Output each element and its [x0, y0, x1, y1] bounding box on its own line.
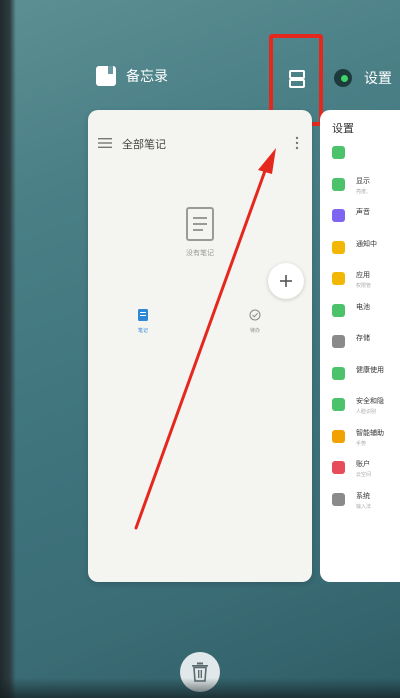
- settings-item[interactable]: 账户 云空间: [320, 455, 400, 485]
- settings-app-card[interactable]: 设置 显示亮度、声音通知中应用权限管电池存储健康使用安全和隐人脸识别智能辅助手势…: [320, 110, 400, 582]
- tab-todo[interactable]: 待办: [244, 306, 266, 334]
- settings-item[interactable]: 安全和隐 人脸识别: [320, 392, 400, 422]
- phone-bezel: [0, 0, 16, 698]
- settings-item-title: 系统: [356, 491, 370, 500]
- settings-item-title: 健康使用: [356, 365, 384, 374]
- settings-app-icon: [334, 69, 352, 87]
- settings-item-subtitle: 人脸识别: [356, 409, 377, 415]
- settings-item-subtitle: 亮度、: [356, 188, 372, 195]
- settings-item-icon: [332, 177, 345, 191]
- empty-note-icon: [186, 207, 214, 241]
- memo-app-icon: [96, 66, 116, 86]
- settings-item-title: 智能辅助: [356, 428, 384, 437]
- plus-icon: [280, 275, 292, 287]
- settings-item-subtitle: 输入法: [356, 503, 372, 510]
- settings-item-subtitle: 权限管: [356, 283, 372, 289]
- settings-item-title: 安全和隐: [356, 397, 384, 405]
- settings-app-title: 设置: [364, 71, 392, 87]
- settings-item[interactable]: 显示 亮度、: [320, 172, 400, 202]
- settings-item-icon: [332, 429, 345, 443]
- settings-item-title: 应用: [356, 271, 370, 279]
- memo-app-card[interactable]: 全部笔记 没有笔记 笔记 待办: [88, 110, 312, 582]
- settings-item-subtitle: 手势: [356, 440, 367, 447]
- settings-item-subtitle: 云空间: [356, 472, 372, 478]
- settings-item[interactable]: [320, 140, 400, 170]
- settings-app-header[interactable]: 设置: [334, 68, 392, 88]
- settings-item-title: 通知中: [356, 239, 377, 248]
- settings-item-icon: [332, 492, 345, 506]
- settings-item[interactable]: 存储: [320, 329, 400, 359]
- add-note-button[interactable]: [268, 263, 304, 299]
- settings-item[interactable]: 健康使用: [320, 361, 400, 391]
- phone-bezel-bottom: [0, 678, 400, 698]
- note-tab-icon: [138, 309, 148, 321]
- tab-notes-label: 笔记: [137, 328, 148, 334]
- settings-item[interactable]: 应用 权限管: [320, 266, 400, 296]
- settings-item-icon: [332, 398, 345, 411]
- settings-item-icon: [332, 303, 345, 317]
- settings-item[interactable]: 通知中: [320, 235, 400, 265]
- settings-item-title: 电池: [356, 302, 370, 311]
- settings-item[interactable]: 智能辅助 手势: [320, 424, 400, 454]
- settings-item-title: 账户: [356, 460, 370, 468]
- settings-item[interactable]: 电池: [320, 298, 400, 328]
- empty-note-label: 没有笔记: [186, 249, 214, 257]
- settings-item[interactable]: 系统 输入法: [320, 487, 400, 517]
- settings-card-title: 设置: [332, 122, 354, 135]
- memo-topbar: 全部笔记: [88, 110, 312, 160]
- settings-item-icon: [332, 240, 345, 254]
- settings-item-icon: [332, 366, 345, 380]
- settings-item-icon: [332, 461, 345, 474]
- settings-item-icon: [332, 209, 345, 222]
- menu-icon[interactable]: [98, 138, 112, 148]
- settings-item-icon: [332, 335, 345, 348]
- settings-item-title: 声音: [356, 208, 370, 216]
- settings-item[interactable]: 声音: [320, 203, 400, 233]
- settings-item-title: 存储: [356, 334, 370, 342]
- tab-notes[interactable]: 笔记: [132, 306, 154, 334]
- more-icon[interactable]: [294, 136, 300, 150]
- settings-list: 显示亮度、声音通知中应用权限管电池存储健康使用安全和隐人脸识别智能辅助手势账户云…: [320, 140, 400, 518]
- memo-app-title: 备忘录: [126, 69, 168, 85]
- settings-item-icon: [332, 272, 345, 285]
- settings-item-icon: [332, 146, 345, 159]
- memo-app-header[interactable]: 备忘录: [96, 66, 168, 86]
- tab-todo-label: 待办: [249, 328, 260, 334]
- memo-card-title: 全部笔记: [122, 138, 166, 151]
- check-circle-icon: [249, 309, 261, 321]
- settings-item-title: 显示: [356, 176, 370, 185]
